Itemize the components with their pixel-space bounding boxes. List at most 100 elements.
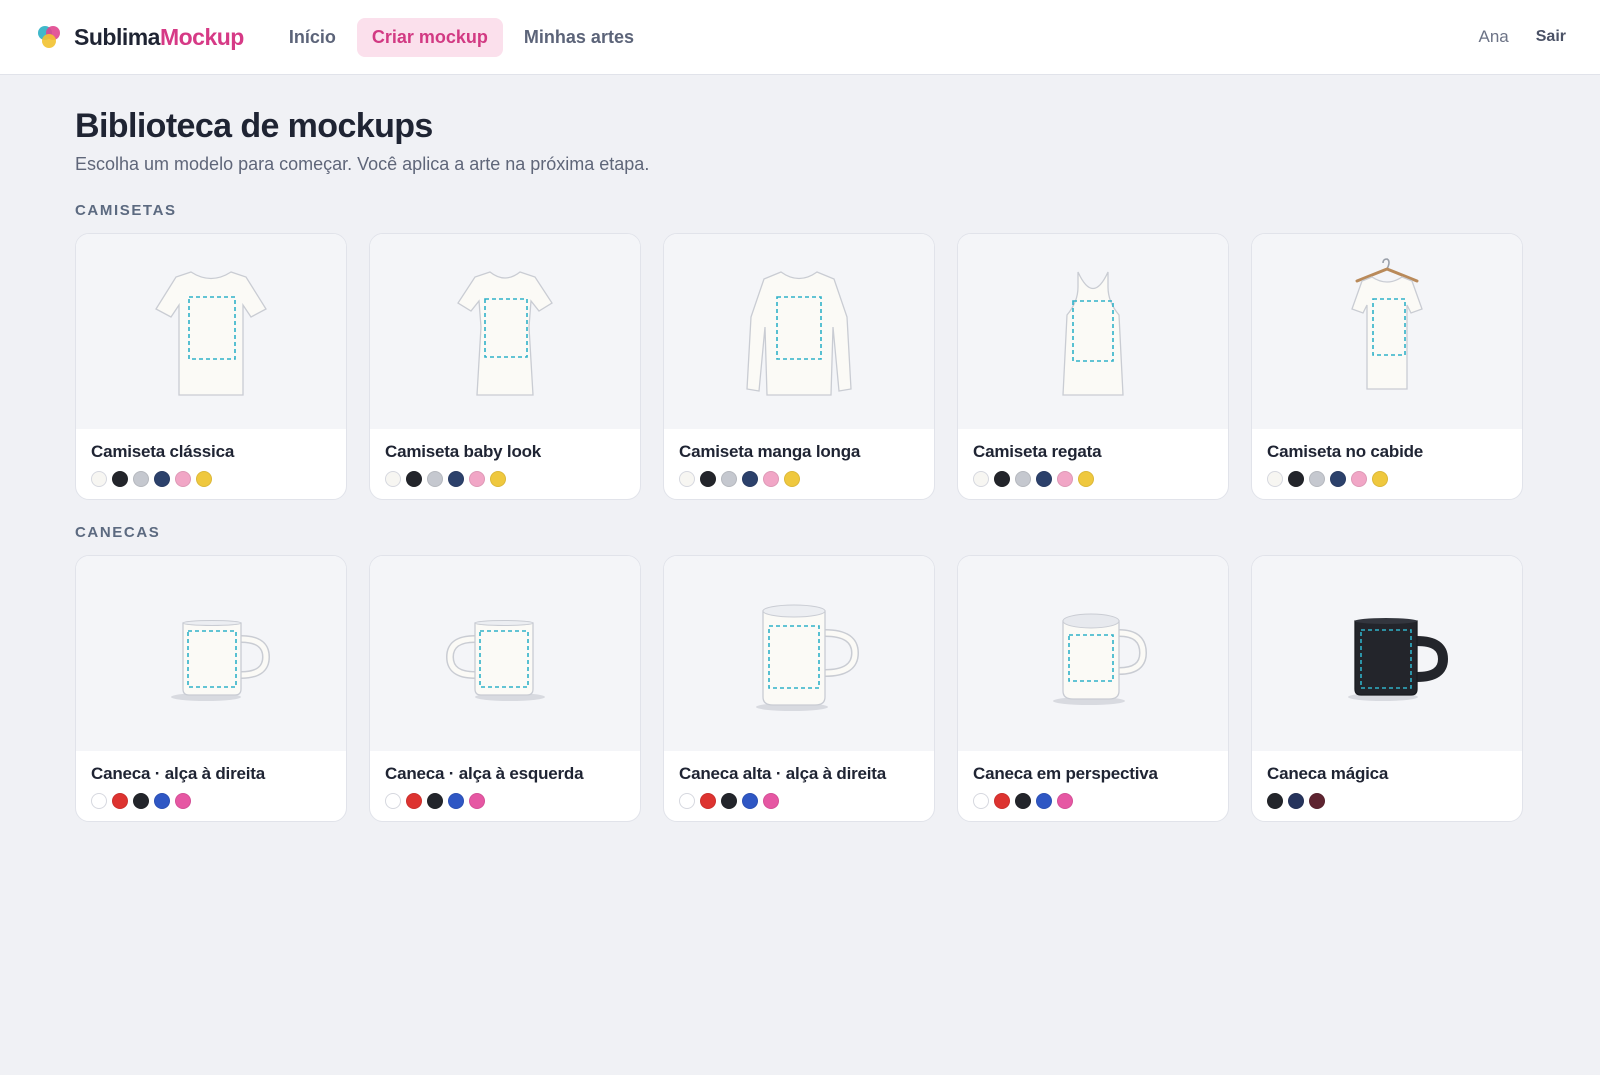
color-swatches [91,793,331,809]
color-swatch[interactable] [1015,471,1031,487]
color-swatches [385,793,625,809]
brand-name: SublimaMockup [74,24,244,51]
color-swatch[interactable] [742,793,758,809]
mockup-card[interactable]: Caneca · alça à esquerda [369,555,641,822]
color-swatch[interactable] [721,471,737,487]
color-swatch[interactable] [196,471,212,487]
color-swatch[interactable] [973,471,989,487]
color-swatch[interactable] [175,471,191,487]
mockup-card[interactable]: Camiseta clássica [75,233,347,500]
color-swatch[interactable] [469,793,485,809]
color-swatch[interactable] [679,471,695,487]
card-grid-canecas: Caneca · alça à direita Caneca · alça à … [75,555,1525,822]
color-swatch[interactable] [1267,793,1283,809]
color-swatch[interactable] [1036,793,1052,809]
color-swatch[interactable] [1057,793,1073,809]
card-title: Camiseta regata [973,442,1102,461]
mockup-card[interactable]: Camiseta manga longa [663,233,935,500]
color-swatch[interactable] [112,471,128,487]
color-swatch[interactable] [700,793,716,809]
color-swatch[interactable] [784,471,800,487]
color-swatch[interactable] [1372,471,1388,487]
color-swatch[interactable] [448,793,464,809]
nav-criar-mockup[interactable]: Criar mockup [356,17,503,57]
color-swatch[interactable] [469,471,485,487]
mockup-card[interactable]: Camiseta baby look [369,233,641,500]
color-swatch[interactable] [175,793,191,809]
card-body: Camiseta clássica [76,429,346,487]
mug-right-handle-icon [76,556,346,751]
color-swatch[interactable] [700,471,716,487]
mockup-card[interactable]: Caneca · alça à direita [75,555,347,822]
color-swatch[interactable] [763,471,779,487]
mug-magic-icon [1252,556,1522,751]
color-swatch[interactable] [1330,471,1346,487]
card-body: Caneca · alça à esquerda [370,751,640,809]
logout-button[interactable]: Sair [1536,28,1566,46]
top-navbar: SublimaMockup Início Criar mockup Minhas… [0,0,1600,75]
color-swatch[interactable] [133,793,149,809]
color-swatch[interactable] [448,471,464,487]
color-swatch[interactable] [1036,471,1052,487]
color-swatch[interactable] [1078,471,1094,487]
color-swatch[interactable] [1015,793,1031,809]
color-swatches [973,471,1213,487]
mockup-card[interactable]: Caneca em perspectiva [957,555,1229,822]
nav-minhas-artes[interactable]: Minhas artes [509,18,649,57]
color-swatch[interactable] [721,793,737,809]
color-swatch[interactable] [406,793,422,809]
page-subtitle: Escolha um modelo para começar. Você apl… [75,154,650,174]
color-swatch[interactable] [1288,471,1304,487]
card-grid-camisetas: Camiseta clássica Camiseta baby look Cam… [75,233,1525,500]
color-swatch[interactable] [1057,471,1073,487]
color-swatch[interactable] [742,471,758,487]
color-swatches [679,471,919,487]
tshirt-longsleeve-icon [664,234,934,429]
color-swatch[interactable] [994,793,1010,809]
user-name[interactable]: Ana [1479,27,1509,47]
mockup-card[interactable]: Caneca alta · alça à direita [663,555,935,822]
mockup-sections: CAMISETAS Camiseta clássica Camiseta bab… [75,202,1525,822]
color-swatch[interactable] [973,793,989,809]
color-swatch[interactable] [385,471,401,487]
color-swatch[interactable] [427,793,443,809]
color-swatch[interactable] [1351,471,1367,487]
color-swatch[interactable] [490,471,506,487]
card-body: Camiseta baby look [370,429,640,487]
card-body: Camiseta manga longa [664,429,934,487]
page-title: Biblioteca de mockups [75,107,433,145]
mockup-card[interactable]: Camiseta no cabide [1251,233,1523,500]
color-swatch[interactable] [112,793,128,809]
color-swatch[interactable] [427,471,443,487]
color-swatch[interactable] [679,793,695,809]
color-swatch[interactable] [994,471,1010,487]
card-title: Caneca · alça à esquerda [385,764,584,783]
color-swatch[interactable] [406,471,422,487]
color-swatch[interactable] [763,793,779,809]
brand-name-part1: Sublima [74,23,160,50]
card-body: Caneca mágica [1252,751,1522,809]
color-swatch[interactable] [133,471,149,487]
mockup-card[interactable]: Caneca mágica [1251,555,1523,822]
tshirt-babylook-icon [370,234,640,429]
color-swatch[interactable] [1309,793,1325,809]
tshirt-hanger-icon [1252,234,1522,429]
color-swatch[interactable] [1309,471,1325,487]
nav-inicio[interactable]: Início [274,18,351,57]
main-content: Biblioteca de mockups Escolha um modelo … [0,75,1600,822]
color-swatch[interactable] [154,793,170,809]
color-swatch[interactable] [1288,793,1304,809]
color-swatch[interactable] [154,471,170,487]
color-swatches [385,471,625,487]
mockup-card[interactable]: Camiseta regata [957,233,1229,500]
tshirt-classic-icon [76,234,346,429]
card-body: Caneca em perspectiva [958,751,1228,809]
color-swatch[interactable] [91,471,107,487]
user-area: Ana Sair [1479,27,1567,47]
color-swatch[interactable] [1267,471,1283,487]
color-swatch[interactable] [385,793,401,809]
card-title: Caneca alta · alça à direita [679,764,887,783]
brand[interactable]: SublimaMockup [36,24,244,51]
card-title: Caneca mágica [1267,764,1389,783]
color-swatch[interactable] [91,793,107,809]
